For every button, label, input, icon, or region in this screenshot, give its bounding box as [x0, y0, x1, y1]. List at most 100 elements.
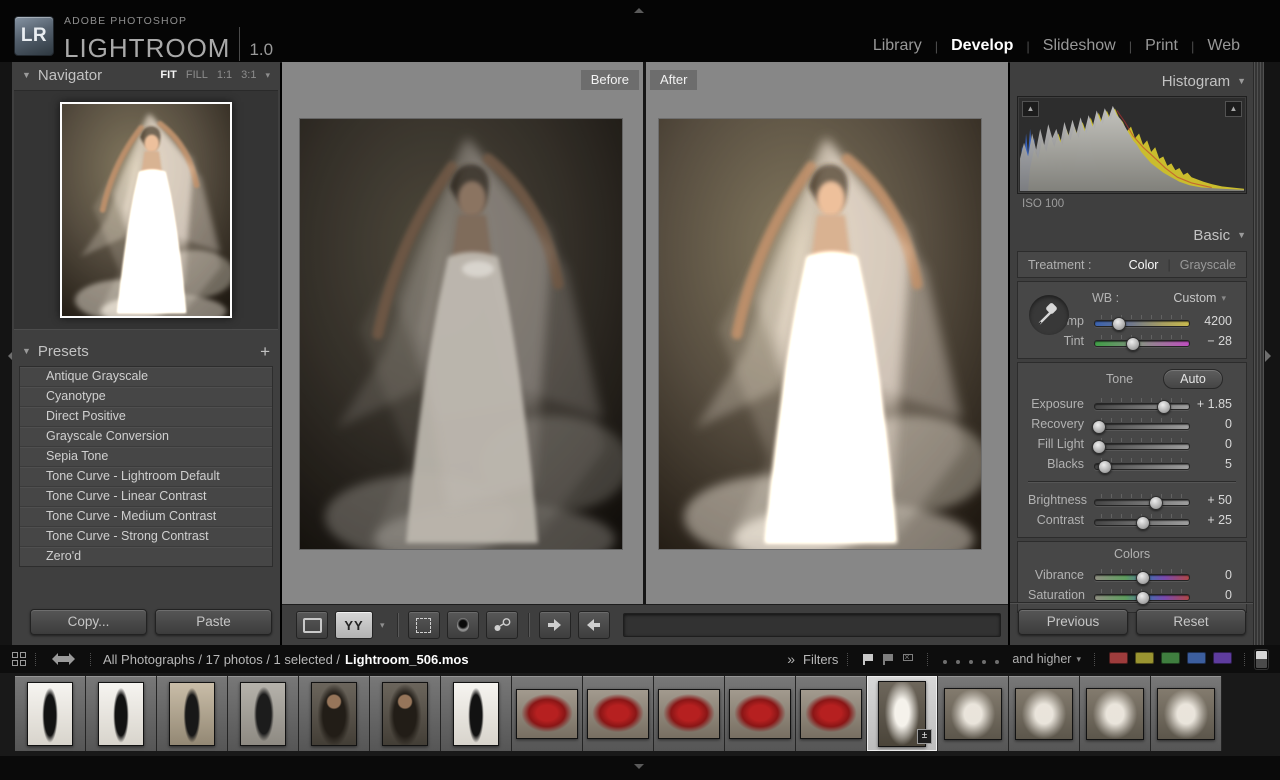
preset-item[interactable]: Antique Grayscale [20, 367, 272, 387]
basic-header[interactable]: Basic ▼ [1010, 222, 1264, 248]
module-tab-web[interactable]: Web [1207, 37, 1240, 55]
flag-pick-icon[interactable] [861, 653, 875, 666]
module-tab-slideshow[interactable]: Slideshow [1043, 37, 1116, 55]
navigator-thumbnail[interactable] [60, 102, 232, 318]
slider-thumb[interactable] [1157, 400, 1171, 414]
filmstrip-thumbnail[interactable] [1080, 676, 1151, 751]
zoom-option-fit[interactable]: FIT [160, 69, 177, 81]
crop-tool-button[interactable] [408, 611, 440, 639]
snapshot-combo-box[interactable] [623, 613, 1001, 637]
chevron-down-icon[interactable]: ▾ [1076, 654, 1081, 665]
preset-item[interactable]: Tone Curve - Strong Contrast [20, 527, 272, 547]
loupe-view-button[interactable] [296, 611, 328, 639]
preset-item[interactable]: Zero'd [20, 547, 272, 566]
filmstrip-filter-toggle[interactable] [1255, 650, 1268, 669]
flag-reject-icon[interactable] [901, 653, 915, 666]
filmstrip-thumbnail[interactable] [654, 676, 725, 751]
slider-track[interactable] [1094, 512, 1190, 529]
preset-item[interactable]: Tone Curve - Lightroom Default [20, 467, 272, 487]
shadow-clipping-button[interactable]: ▲ [1022, 101, 1039, 117]
rating-dot[interactable] [956, 660, 960, 664]
module-tab-library[interactable]: Library [873, 37, 922, 55]
zoom-option-1:1[interactable]: 1:1 [217, 69, 232, 81]
preset-item[interactable]: Cyanotype [20, 387, 272, 407]
slider-track[interactable] [1094, 333, 1190, 350]
zoom-option-fill[interactable]: FILL [186, 69, 208, 81]
module-tab-print[interactable]: Print [1145, 37, 1178, 55]
color-label-swatch-3[interactable] [1187, 652, 1206, 664]
slider-track[interactable] [1094, 587, 1190, 604]
presets-header[interactable]: ▼ Presets + [12, 338, 280, 364]
slider-thumb[interactable] [1092, 440, 1106, 454]
double-chevron-icon[interactable]: » [787, 651, 795, 667]
filmstrip-thumbnail[interactable] [1009, 676, 1080, 751]
color-label-swatch-0[interactable] [1109, 652, 1128, 664]
paste-button[interactable]: Paste [155, 609, 272, 635]
slider-thumb[interactable] [1136, 516, 1150, 530]
filmstrip-thumbnail[interactable] [86, 676, 157, 751]
filmstrip-thumbnail[interactable] [583, 676, 654, 751]
reset-button[interactable]: Reset [1136, 609, 1246, 635]
filmstrip-thumbnail[interactable] [299, 676, 370, 751]
filters-label[interactable]: Filters [803, 652, 838, 667]
preset-item[interactable]: Tone Curve - Linear Contrast [20, 487, 272, 507]
spot-removal-tool-button[interactable] [486, 611, 518, 639]
slider-value[interactable]: 0 [1194, 417, 1236, 431]
highlight-clipping-button[interactable]: ▲ [1225, 101, 1242, 117]
next-photo-arrow[interactable] [69, 653, 81, 665]
filmstrip-thumbnail[interactable] [1151, 676, 1222, 751]
rating-dot[interactable] [969, 660, 973, 664]
rating-dot[interactable] [943, 660, 947, 664]
filmstrip-thumbnail[interactable] [512, 676, 583, 751]
copy-settings-right-button[interactable] [539, 611, 571, 639]
copy-settings-left-button[interactable] [578, 611, 610, 639]
rating-dot[interactable] [995, 660, 999, 664]
color-label-swatch-2[interactable] [1161, 652, 1180, 664]
disclosure-triangle-icon[interactable]: ▼ [22, 70, 31, 80]
wb-preset-dropdown[interactable]: Custom ▾ [1173, 291, 1230, 305]
slider-value[interactable]: + 50 [1194, 493, 1236, 507]
zoom-option-3:1[interactable]: 3:1 [241, 69, 256, 81]
filmstrip-thumbnail[interactable] [796, 676, 867, 751]
collapse-right-panel-icon[interactable] [1265, 350, 1277, 362]
slider-value[interactable]: 5 [1194, 457, 1236, 471]
slider-track[interactable] [1094, 436, 1190, 453]
slider-thumb[interactable] [1136, 571, 1150, 585]
add-preset-button[interactable]: + [260, 344, 270, 359]
filmstrip-thumbnail[interactable] [725, 676, 796, 751]
white-balance-eyedropper[interactable] [1029, 295, 1069, 335]
copy-button[interactable]: Copy... [30, 609, 147, 635]
color-label-swatch-4[interactable] [1213, 652, 1232, 664]
collapse-top-panel-icon[interactable] [634, 3, 644, 13]
slider-thumb[interactable] [1149, 496, 1163, 510]
filmstrip-thumbnail[interactable] [228, 676, 299, 751]
treatment-grayscale-option[interactable]: Grayscale [1180, 258, 1236, 272]
redeye-tool-button[interactable] [447, 611, 479, 639]
rating-dot[interactable] [982, 660, 986, 664]
collapse-bottom-panel-icon[interactable] [634, 764, 644, 774]
slider-track[interactable] [1094, 456, 1190, 473]
slider-thumb[interactable] [1112, 317, 1126, 331]
before-photo[interactable] [300, 119, 622, 549]
treatment-color-option[interactable]: Color [1129, 258, 1159, 272]
source-breadcrumb[interactable]: All Photographs / 17 photos / 1 selected… [103, 652, 340, 667]
filmstrip-thumbnail[interactable] [370, 676, 441, 751]
auto-tone-button[interactable]: Auto [1163, 369, 1223, 389]
slider-value[interactable]: − 28 [1194, 334, 1236, 348]
after-photo[interactable] [659, 119, 981, 549]
slider-value[interactable]: + 25 [1194, 513, 1236, 527]
slider-track[interactable] [1094, 396, 1190, 413]
slider-value[interactable]: 0 [1194, 437, 1236, 451]
disclosure-triangle-icon[interactable]: ▼ [1237, 230, 1246, 240]
slider-track[interactable] [1094, 492, 1190, 509]
filmstrip-thumbnail[interactable] [441, 676, 512, 751]
slider-track[interactable] [1094, 567, 1190, 584]
slider-track[interactable] [1094, 416, 1190, 433]
chevron-down-icon[interactable]: ▾ [265, 70, 270, 81]
slider-track[interactable] [1094, 313, 1190, 330]
previous-photo-arrow[interactable] [46, 653, 58, 665]
flag-unflagged-icon[interactable] [881, 653, 895, 666]
filmstrip-thumbnail[interactable] [15, 676, 86, 751]
preset-item[interactable]: Direct Positive [20, 407, 272, 427]
color-label-swatch-1[interactable] [1135, 652, 1154, 664]
